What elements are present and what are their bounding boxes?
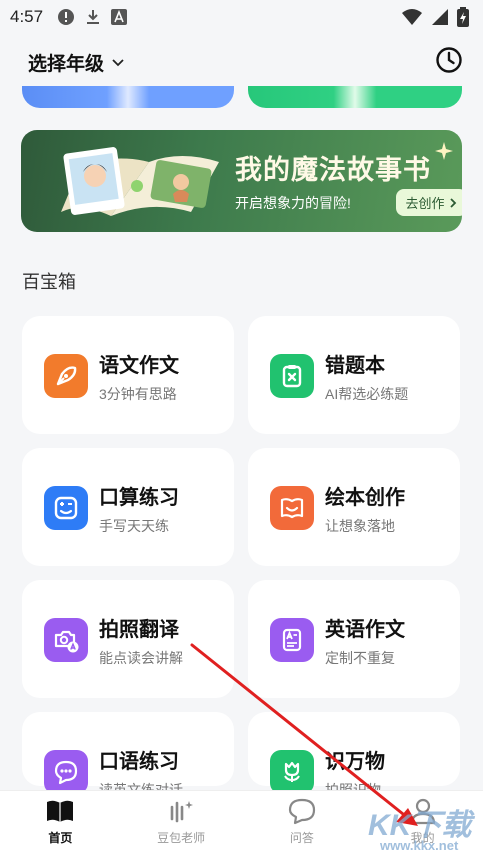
tab-label: 首页 <box>48 831 73 845</box>
status-notification-icons <box>57 8 128 26</box>
storybook-illustration-icon <box>61 147 219 216</box>
tool-desc: 能点读会讲解 <box>99 650 183 666</box>
chat-bubble-icon <box>44 750 88 794</box>
tool-card-oral-practice[interactable]: 口语练习 读英文练对话 <box>22 712 234 798</box>
tab-home[interactable]: 首页 <box>0 791 121 858</box>
download-icon <box>87 10 100 24</box>
tool-name: 错题本 <box>325 355 385 377</box>
tool-name: 英语作文 <box>325 619 405 641</box>
picture-book-icon <box>270 486 314 530</box>
header: 选择年级 <box>0 40 483 84</box>
calc-face-icon <box>44 486 88 530</box>
wifi-icon <box>402 9 422 25</box>
chevron-down-icon <box>112 59 124 67</box>
feature-card-blue[interactable] <box>22 86 234 108</box>
status-time: 4:57 <box>10 7 44 26</box>
tool-card-mental-math[interactable]: 口算练习 手写天天练 <box>22 448 234 566</box>
tool-name: 识万物 <box>325 751 385 773</box>
scrolled-feature-cards <box>22 86 462 108</box>
grade-select[interactable]: 选择年级 <box>28 49 126 76</box>
user-icon <box>410 798 435 825</box>
tool-desc: 让想象落地 <box>325 518 395 534</box>
battery-icon <box>457 7 469 27</box>
app-a-icon <box>111 9 128 25</box>
tool-desc: 手写天天练 <box>99 518 169 534</box>
tool-card-photo-translate[interactable]: 拍照翻译 能点读会讲解 <box>22 580 234 698</box>
bottom-tab-bar: 首页 豆包老师 问答 我的 <box>0 790 483 858</box>
grade-select-label: 选择年级 <box>28 53 105 75</box>
voice-bars-icon <box>170 801 194 823</box>
history-button[interactable] <box>435 46 463 79</box>
tool-desc: 3分钟有思路 <box>99 386 177 402</box>
clipboard-x-icon <box>270 354 314 398</box>
open-book-icon <box>47 800 74 822</box>
tool-name: 拍照翻译 <box>99 619 179 641</box>
alert-icon <box>58 9 75 25</box>
tool-card-identify-things[interactable]: 识万物 拍照识物 <box>248 712 460 798</box>
signal-icon <box>432 9 448 25</box>
english-doc-icon <box>270 618 314 662</box>
tab-label: 豆包老师 <box>157 831 206 845</box>
feature-card-green[interactable] <box>248 86 462 108</box>
camera-translate-icon <box>44 618 88 662</box>
chat-icon <box>288 798 315 825</box>
tab-label: 问答 <box>289 831 314 845</box>
toolbox-title: 百宝箱 <box>22 272 76 292</box>
tool-card-english-essay[interactable]: 英语作文 定制不重复 <box>248 580 460 698</box>
tab-mine[interactable]: 我的 <box>362 791 483 858</box>
tool-desc: AI帮选必练题 <box>325 386 409 402</box>
tool-desc: 定制不重复 <box>325 650 395 666</box>
pen-nib-icon <box>44 354 88 398</box>
tool-name: 语文作文 <box>99 355 179 377</box>
tool-name: 绘本创作 <box>325 487 405 509</box>
tool-name: 口算练习 <box>99 487 179 509</box>
sparkle-icon <box>435 142 453 160</box>
tool-card-mistake-book[interactable]: 错题本 AI帮选必练题 <box>248 316 460 434</box>
tab-doubao-teacher[interactable]: 豆包老师 <box>121 791 242 858</box>
tool-card-chinese-essay[interactable]: 语文作文 3分钟有思路 <box>22 316 234 434</box>
tool-card-picture-book[interactable]: 绘本创作 让想象落地 <box>248 448 460 566</box>
banner-create-button[interactable]: 去创作 <box>396 189 462 216</box>
status-bar: 4:57 <box>0 0 483 34</box>
banner-create-label: 去创作 <box>405 196 445 211</box>
tab-label: 我的 <box>410 831 435 845</box>
magic-storybook-banner[interactable]: 我的魔法故事书 开启想象力的冒险! 去创作 <box>21 130 462 232</box>
chevron-right-icon <box>449 197 456 208</box>
tulip-icon <box>270 750 314 794</box>
tab-qa[interactable]: 问答 <box>242 791 363 858</box>
banner-subtitle: 开启想象力的冒险! <box>235 195 351 211</box>
clock-icon <box>436 46 462 73</box>
tool-name: 口语练习 <box>99 751 179 773</box>
banner-title: 我的魔法故事书 <box>235 155 431 186</box>
